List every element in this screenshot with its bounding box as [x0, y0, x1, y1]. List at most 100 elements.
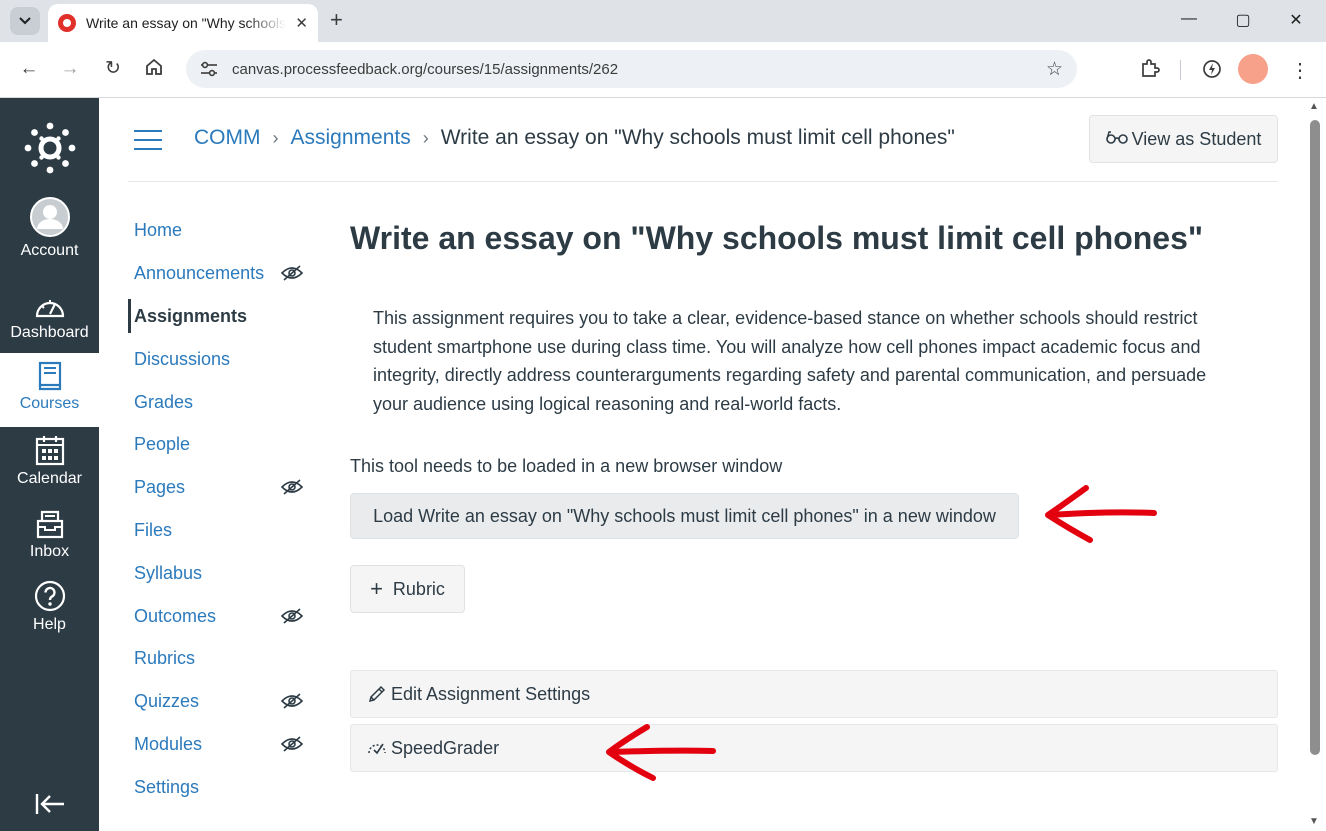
global-nav-label: Account	[20, 242, 79, 259]
course-nav-people[interactable]: People	[128, 427, 318, 461]
maximize-icon[interactable]: ▢	[1231, 10, 1255, 30]
course-nav-home[interactable]: Home	[128, 213, 318, 247]
course-nav-label: Home	[134, 219, 183, 240]
global-nav-account[interactable]: Account	[0, 197, 99, 276]
tab-title: Write an essay on "Why schools must limi…	[86, 15, 286, 31]
minimize-icon[interactable]: —	[1177, 10, 1201, 28]
pencil-icon	[368, 685, 386, 703]
forward-icon[interactable]: →	[58, 58, 82, 80]
course-nav-label: Rubrics	[134, 647, 196, 668]
account-icon	[29, 197, 71, 238]
course-nav-label: Files	[134, 519, 173, 540]
global-nav-courses[interactable]: Courses	[0, 353, 99, 427]
close-window-icon[interactable]: ✕	[1284, 10, 1308, 30]
new-tab-icon[interactable]: +	[330, 8, 343, 32]
browser-menu-icon[interactable]: ⋮	[1290, 58, 1310, 83]
breadcrumb-assignments-link[interactable]: Assignments	[291, 126, 411, 150]
global-nav-help[interactable]: Help	[0, 578, 99, 650]
page-scrollbar-thumb[interactable]	[1310, 120, 1320, 755]
url-text: canvas.processfeedback.org/courses/15/as…	[232, 60, 619, 78]
close-tab-icon[interactable]: ✕	[295, 14, 308, 32]
hidden-eye-icon	[281, 265, 303, 281]
course-nav-label: Settings	[134, 776, 200, 797]
site-settings-icon[interactable]	[200, 61, 218, 77]
global-navigation: Account Dashboard Courses Calendar Inbox…	[0, 98, 99, 831]
global-nav-label: Help	[33, 616, 66, 633]
collapse-nav-icon[interactable]	[34, 792, 66, 816]
inbox-icon	[35, 505, 65, 539]
course-nav-label: People	[134, 433, 191, 454]
course-nav-modules[interactable]: Modules	[128, 727, 318, 761]
annotation-arrow-speedgrader	[606, 724, 716, 781]
browser-tab[interactable]: Write an essay on "Why schools must limi…	[48, 4, 318, 42]
course-nav-label: Outcomes	[134, 605, 217, 626]
rubric-button-label: Rubric	[392, 578, 445, 599]
course-nav-label: Announcements	[134, 262, 265, 283]
canvas-logo-icon[interactable]	[24, 122, 76, 174]
course-nav-syllabus[interactable]: Syllabus	[128, 556, 318, 590]
help-icon	[34, 578, 66, 612]
edit-assignment-settings-button[interactable]: Edit Assignment Settings	[350, 670, 1278, 718]
header-divider	[128, 181, 1278, 182]
breadcrumb-course-link[interactable]: COMM	[194, 126, 261, 150]
edit-settings-label: Edit Assignment Settings	[391, 683, 591, 704]
global-nav-calendar[interactable]: Calendar	[0, 432, 99, 504]
profile-avatar[interactable]	[1238, 54, 1268, 84]
breadcrumb-separator-icon: ›	[272, 127, 279, 148]
performance-icon[interactable]	[1201, 58, 1223, 85]
browser-toolbar: ← → ↻ canvas.processfeedback.org/courses…	[0, 42, 1326, 98]
annotation-arrow-load-button	[1045, 485, 1157, 543]
course-nav-label: Grades	[134, 391, 194, 412]
global-nav-label: Inbox	[29, 543, 70, 560]
global-nav-dashboard[interactable]: Dashboard	[0, 286, 99, 358]
global-nav-label: Calendar	[17, 470, 82, 487]
scroll-up-icon[interactable]: ▲	[1309, 101, 1319, 112]
hidden-eye-icon	[281, 608, 303, 624]
hidden-eye-icon	[281, 479, 303, 495]
course-nav-outcomes[interactable]: Outcomes	[128, 599, 318, 633]
course-nav-announcements[interactable]: Announcements	[128, 256, 318, 290]
course-nav-label: Modules	[134, 733, 203, 754]
course-nav-assignments[interactable]: Assignments	[128, 299, 318, 333]
course-menu-toggle[interactable]	[134, 130, 162, 150]
course-nav-label: Assignments	[134, 305, 248, 326]
global-nav-inbox[interactable]: Inbox	[0, 505, 99, 577]
load-button-label: Load Write an essay on "Why schools must…	[373, 505, 996, 526]
global-nav-label: Dashboard	[10, 324, 89, 341]
load-in-new-window-button[interactable]: Load Write an essay on "Why schools must…	[350, 493, 1019, 539]
glasses-icon	[1105, 130, 1128, 149]
dashboard-icon	[34, 286, 66, 320]
global-nav-label: Courses	[19, 395, 80, 412]
speedgrader-label: SpeedGrader	[391, 737, 500, 758]
course-nav-files[interactable]: Files	[128, 513, 318, 547]
external-tool-note: This tool needs to be loaded in a new br…	[350, 456, 783, 476]
hidden-eye-icon	[281, 736, 303, 752]
course-nav-settings[interactable]: Settings	[128, 770, 318, 804]
breadcrumb: COMM › Assignments › Write an essay on "…	[194, 126, 955, 150]
add-rubric-button[interactable]: + Rubric	[350, 565, 465, 613]
reload-icon[interactable]: ↻	[101, 58, 125, 80]
home-icon[interactable]	[142, 58, 166, 82]
course-nav-quizzes[interactable]: Quizzes	[128, 684, 318, 718]
course-nav-pages[interactable]: Pages	[128, 470, 318, 504]
extensions-icon[interactable]	[1140, 58, 1160, 83]
course-nav-rubrics[interactable]: Rubrics	[128, 641, 318, 675]
assignment-title: Write an essay on "Why schools must limi…	[350, 220, 1204, 256]
speedgrader-icon	[368, 743, 386, 755]
course-nav-label: Quizzes	[134, 690, 200, 711]
chevron-down-icon	[19, 17, 31, 25]
view-as-student-label: View as Student	[1131, 128, 1262, 149]
view-as-student-button[interactable]: View as Student	[1089, 115, 1278, 163]
breadcrumb-current: Write an essay on "Why schools must limi…	[440, 126, 955, 149]
calendar-icon	[35, 432, 65, 466]
plus-icon: +	[370, 576, 383, 601]
speedgrader-button[interactable]: SpeedGrader	[350, 724, 1278, 772]
course-nav-grades[interactable]: Grades	[128, 385, 318, 419]
bookmark-star-icon[interactable]: ☆	[1046, 58, 1063, 81]
back-icon[interactable]: ←	[17, 58, 41, 80]
tab-search-button[interactable]	[10, 7, 40, 35]
address-bar[interactable]: canvas.processfeedback.org/courses/15/as…	[186, 50, 1077, 88]
course-nav-discussions[interactable]: Discussions	[128, 342, 318, 376]
scroll-down-icon[interactable]: ▼	[1309, 816, 1319, 827]
assignment-description: This assignment requires you to take a c…	[373, 308, 1207, 414]
